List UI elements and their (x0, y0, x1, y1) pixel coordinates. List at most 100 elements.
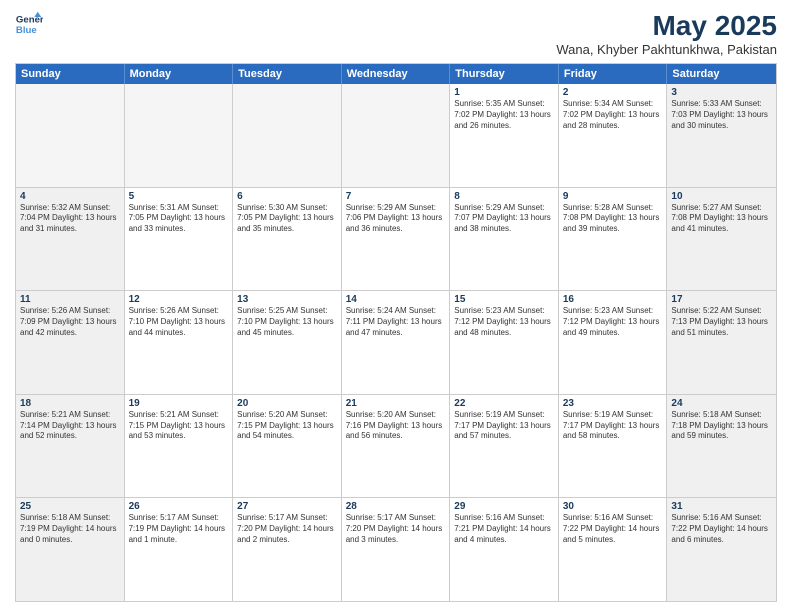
day-info: Sunrise: 5:18 AM Sunset: 7:18 PM Dayligh… (671, 410, 772, 442)
calendar-week-5: 25Sunrise: 5:18 AM Sunset: 7:19 PM Dayli… (16, 498, 776, 601)
day-number: 21 (346, 398, 446, 409)
day-info: Sunrise: 5:20 AM Sunset: 7:15 PM Dayligh… (237, 410, 337, 442)
calendar-cell: 29Sunrise: 5:16 AM Sunset: 7:21 PM Dayli… (450, 498, 559, 601)
calendar-cell: 22Sunrise: 5:19 AM Sunset: 7:17 PM Dayli… (450, 395, 559, 498)
day-info: Sunrise: 5:26 AM Sunset: 7:10 PM Dayligh… (129, 306, 229, 338)
day-number: 3 (671, 87, 772, 98)
weekday-header-wednesday: Wednesday (342, 64, 451, 84)
day-info: Sunrise: 5:19 AM Sunset: 7:17 PM Dayligh… (454, 410, 554, 442)
calendar-cell: 21Sunrise: 5:20 AM Sunset: 7:16 PM Dayli… (342, 395, 451, 498)
day-number: 8 (454, 191, 554, 202)
calendar-cell: 3Sunrise: 5:33 AM Sunset: 7:03 PM Daylig… (667, 84, 776, 187)
weekday-header-monday: Monday (125, 64, 234, 84)
day-number: 22 (454, 398, 554, 409)
day-number: 4 (20, 191, 120, 202)
day-info: Sunrise: 5:16 AM Sunset: 7:22 PM Dayligh… (671, 513, 772, 545)
calendar-cell: 15Sunrise: 5:23 AM Sunset: 7:12 PM Dayli… (450, 291, 559, 394)
calendar-cell: 10Sunrise: 5:27 AM Sunset: 7:08 PM Dayli… (667, 188, 776, 291)
calendar-cell (125, 84, 234, 187)
calendar-cell: 25Sunrise: 5:18 AM Sunset: 7:19 PM Dayli… (16, 498, 125, 601)
day-number: 19 (129, 398, 229, 409)
svg-text:Blue: Blue (16, 25, 37, 36)
day-number: 27 (237, 501, 337, 512)
day-number: 10 (671, 191, 772, 202)
calendar-cell: 18Sunrise: 5:21 AM Sunset: 7:14 PM Dayli… (16, 395, 125, 498)
day-number: 11 (20, 294, 120, 305)
day-info: Sunrise: 5:28 AM Sunset: 7:08 PM Dayligh… (563, 203, 663, 235)
calendar-cell: 13Sunrise: 5:25 AM Sunset: 7:10 PM Dayli… (233, 291, 342, 394)
calendar-header: SundayMondayTuesdayWednesdayThursdayFrid… (16, 64, 776, 84)
calendar-week-2: 4Sunrise: 5:32 AM Sunset: 7:04 PM Daylig… (16, 188, 776, 292)
calendar-cell: 4Sunrise: 5:32 AM Sunset: 7:04 PM Daylig… (16, 188, 125, 291)
weekday-header-friday: Friday (559, 64, 668, 84)
day-number: 5 (129, 191, 229, 202)
day-number: 30 (563, 501, 663, 512)
logo: General Blue (15, 10, 43, 38)
calendar-cell: 9Sunrise: 5:28 AM Sunset: 7:08 PM Daylig… (559, 188, 668, 291)
calendar-cell: 31Sunrise: 5:16 AM Sunset: 7:22 PM Dayli… (667, 498, 776, 601)
calendar-cell: 11Sunrise: 5:26 AM Sunset: 7:09 PM Dayli… (16, 291, 125, 394)
day-number: 20 (237, 398, 337, 409)
day-info: Sunrise: 5:35 AM Sunset: 7:02 PM Dayligh… (454, 99, 554, 131)
day-info: Sunrise: 5:29 AM Sunset: 7:07 PM Dayligh… (454, 203, 554, 235)
day-number: 2 (563, 87, 663, 98)
day-info: Sunrise: 5:23 AM Sunset: 7:12 PM Dayligh… (454, 306, 554, 338)
calendar-week-1: 1Sunrise: 5:35 AM Sunset: 7:02 PM Daylig… (16, 84, 776, 188)
day-number: 25 (20, 501, 120, 512)
calendar-body: 1Sunrise: 5:35 AM Sunset: 7:02 PM Daylig… (16, 84, 776, 601)
weekday-header-saturday: Saturday (667, 64, 776, 84)
main-title: May 2025 (556, 10, 777, 42)
calendar-cell: 16Sunrise: 5:23 AM Sunset: 7:12 PM Dayli… (559, 291, 668, 394)
day-info: Sunrise: 5:30 AM Sunset: 7:05 PM Dayligh… (237, 203, 337, 235)
day-info: Sunrise: 5:27 AM Sunset: 7:08 PM Dayligh… (671, 203, 772, 235)
calendar-cell: 7Sunrise: 5:29 AM Sunset: 7:06 PM Daylig… (342, 188, 451, 291)
calendar-cell: 2Sunrise: 5:34 AM Sunset: 7:02 PM Daylig… (559, 84, 668, 187)
calendar-cell: 30Sunrise: 5:16 AM Sunset: 7:22 PM Dayli… (559, 498, 668, 601)
calendar-cell: 24Sunrise: 5:18 AM Sunset: 7:18 PM Dayli… (667, 395, 776, 498)
day-info: Sunrise: 5:16 AM Sunset: 7:21 PM Dayligh… (454, 513, 554, 545)
weekday-header-tuesday: Tuesday (233, 64, 342, 84)
subtitle: Wana, Khyber Pakhtunkhwa, Pakistan (556, 42, 777, 57)
day-info: Sunrise: 5:24 AM Sunset: 7:11 PM Dayligh… (346, 306, 446, 338)
calendar-cell: 14Sunrise: 5:24 AM Sunset: 7:11 PM Dayli… (342, 291, 451, 394)
day-info: Sunrise: 5:21 AM Sunset: 7:15 PM Dayligh… (129, 410, 229, 442)
weekday-header-thursday: Thursday (450, 64, 559, 84)
day-info: Sunrise: 5:29 AM Sunset: 7:06 PM Dayligh… (346, 203, 446, 235)
day-number: 24 (671, 398, 772, 409)
day-info: Sunrise: 5:22 AM Sunset: 7:13 PM Dayligh… (671, 306, 772, 338)
day-info: Sunrise: 5:18 AM Sunset: 7:19 PM Dayligh… (20, 513, 120, 545)
calendar-week-3: 11Sunrise: 5:26 AM Sunset: 7:09 PM Dayli… (16, 291, 776, 395)
calendar-cell: 6Sunrise: 5:30 AM Sunset: 7:05 PM Daylig… (233, 188, 342, 291)
day-number: 9 (563, 191, 663, 202)
day-number: 1 (454, 87, 554, 98)
calendar-cell (16, 84, 125, 187)
day-info: Sunrise: 5:19 AM Sunset: 7:17 PM Dayligh… (563, 410, 663, 442)
header: General Blue May 2025 Wana, Khyber Pakht… (15, 10, 777, 57)
calendar-cell: 28Sunrise: 5:17 AM Sunset: 7:20 PM Dayli… (342, 498, 451, 601)
day-info: Sunrise: 5:25 AM Sunset: 7:10 PM Dayligh… (237, 306, 337, 338)
day-number: 23 (563, 398, 663, 409)
calendar-cell (342, 84, 451, 187)
calendar-cell: 27Sunrise: 5:17 AM Sunset: 7:20 PM Dayli… (233, 498, 342, 601)
day-info: Sunrise: 5:26 AM Sunset: 7:09 PM Dayligh… (20, 306, 120, 338)
calendar-cell: 12Sunrise: 5:26 AM Sunset: 7:10 PM Dayli… (125, 291, 234, 394)
day-info: Sunrise: 5:21 AM Sunset: 7:14 PM Dayligh… (20, 410, 120, 442)
day-info: Sunrise: 5:32 AM Sunset: 7:04 PM Dayligh… (20, 203, 120, 235)
calendar-cell: 5Sunrise: 5:31 AM Sunset: 7:05 PM Daylig… (125, 188, 234, 291)
calendar-cell (233, 84, 342, 187)
day-number: 17 (671, 294, 772, 305)
title-block: May 2025 Wana, Khyber Pakhtunkhwa, Pakis… (556, 10, 777, 57)
day-info: Sunrise: 5:17 AM Sunset: 7:19 PM Dayligh… (129, 513, 229, 545)
day-number: 15 (454, 294, 554, 305)
calendar-cell: 20Sunrise: 5:20 AM Sunset: 7:15 PM Dayli… (233, 395, 342, 498)
calendar-cell: 23Sunrise: 5:19 AM Sunset: 7:17 PM Dayli… (559, 395, 668, 498)
logo-icon: General Blue (15, 10, 43, 38)
calendar-cell: 26Sunrise: 5:17 AM Sunset: 7:19 PM Dayli… (125, 498, 234, 601)
day-info: Sunrise: 5:20 AM Sunset: 7:16 PM Dayligh… (346, 410, 446, 442)
day-number: 16 (563, 294, 663, 305)
day-number: 18 (20, 398, 120, 409)
calendar-cell: 19Sunrise: 5:21 AM Sunset: 7:15 PM Dayli… (125, 395, 234, 498)
page: General Blue May 2025 Wana, Khyber Pakht… (0, 0, 792, 612)
day-number: 7 (346, 191, 446, 202)
day-number: 29 (454, 501, 554, 512)
